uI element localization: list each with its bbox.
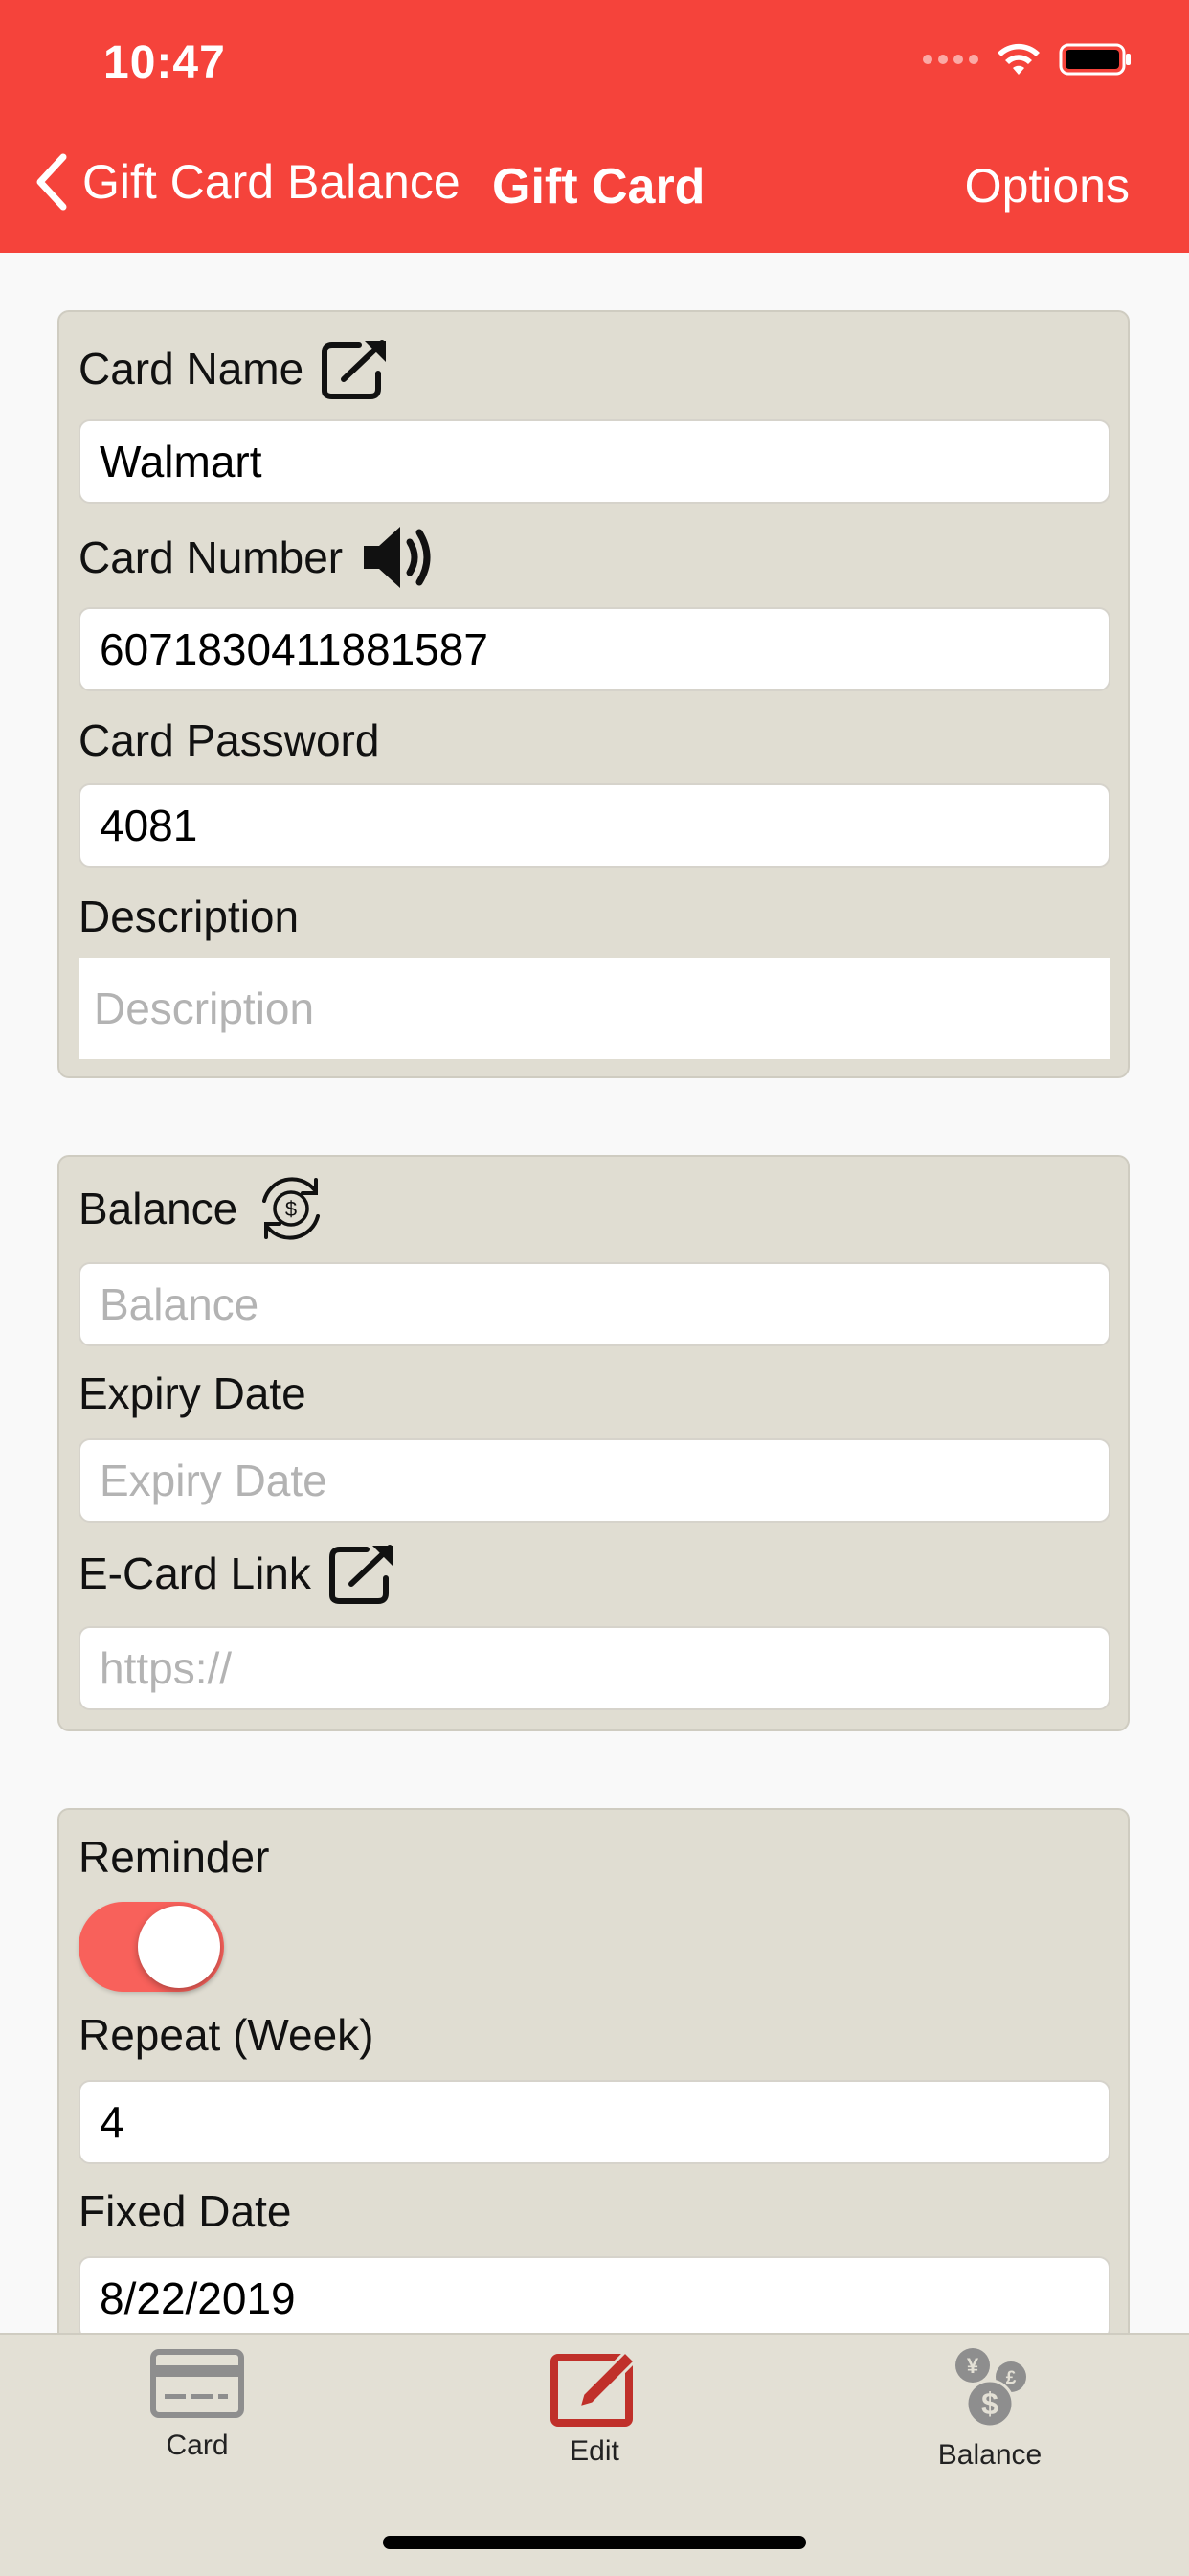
tab-balance-label: Balance (937, 2439, 1043, 2471)
card-number-input[interactable]: 6071830411881587 (79, 607, 1110, 691)
tab-edit[interactable]: Edit (480, 2344, 709, 2468)
card-name-input[interactable]: Walmart (79, 419, 1110, 504)
external-link-icon[interactable] (321, 337, 392, 400)
svg-text:$: $ (285, 1197, 297, 1221)
ecard-link-input[interactable]: https:// (79, 1626, 1110, 1710)
card-number-label-row: Card Number (79, 523, 435, 592)
tab-edit-label: Edit (570, 2435, 619, 2467)
card-name-label: Card Name (79, 344, 304, 394)
navigation-header: 10:47 Gift Card Balance Gift Card Option… (0, 0, 1189, 253)
edit-icon (550, 2349, 638, 2427)
card-icon (150, 2349, 244, 2418)
description-label: Description (79, 892, 300, 941)
card-password-input[interactable]: 4081 (79, 783, 1110, 868)
balance-label-row: Balance $ (79, 1172, 327, 1245)
external-link-icon[interactable] (328, 1542, 399, 1605)
expiry-date-label: Expiry Date (79, 1368, 306, 1418)
currency-coins-icon: ¥ £ $ (955, 2348, 1026, 2429)
reminder-toggle[interactable] (79, 1902, 224, 1992)
balance-label: Balance (79, 1184, 238, 1233)
speaker-icon[interactable] (360, 523, 435, 592)
description-input[interactable]: Description (79, 958, 1110, 1059)
reminder-section: Reminder Repeat (Week) 4 Fixed Date 8/22… (57, 1808, 1130, 2402)
chevron-left-icon (36, 153, 67, 211)
battery-icon (1059, 43, 1131, 76)
options-button[interactable]: Options (965, 158, 1130, 214)
home-indicator (383, 2536, 806, 2549)
wifi-icon (998, 43, 1040, 75)
repeat-week-label: Repeat (Week) (79, 2010, 374, 2060)
svg-text:£: £ (1006, 2368, 1017, 2388)
svg-text:$: $ (981, 2386, 998, 2421)
balance-section: Balance $ Balance Expiry Date Expiry Dat… (57, 1155, 1130, 1731)
tab-card[interactable]: Card (82, 2344, 312, 2462)
balance-input[interactable]: Balance (79, 1262, 1110, 1346)
tab-balance[interactable]: ¥ £ $ Balance (875, 2344, 1105, 2472)
svg-text:¥: ¥ (967, 2354, 979, 2378)
expiry-date-input[interactable]: Expiry Date (79, 1438, 1110, 1523)
card-password-label: Card Password (79, 715, 380, 765)
back-button-label: Gift Card Balance (82, 155, 460, 209)
fixed-date-label: Fixed Date (79, 2186, 292, 2236)
status-icons (923, 42, 1132, 77)
cellular-signal-icon (923, 55, 978, 64)
ecard-link-label: E-Card Link (79, 1548, 311, 1598)
reminder-label: Reminder (79, 1832, 270, 1882)
card-number-label: Card Number (79, 532, 344, 582)
card-info-section: Card Name Walmart Card Number 6071830411… (57, 310, 1130, 1078)
ecard-link-label-row: E-Card Link (79, 1542, 399, 1605)
status-time: 10:47 (103, 37, 226, 88)
fixed-date-input[interactable]: 8/22/2019 (79, 2256, 1110, 2340)
tab-card-label: Card (166, 2429, 229, 2461)
refresh-balance-icon[interactable]: $ (255, 1172, 327, 1245)
toggle-knob (138, 1906, 220, 1988)
back-button[interactable]: Gift Card Balance (34, 153, 460, 211)
card-name-label-row: Card Name (79, 337, 392, 400)
repeat-week-input[interactable]: 4 (79, 2080, 1110, 2164)
page-title: Gift Card (492, 159, 706, 215)
